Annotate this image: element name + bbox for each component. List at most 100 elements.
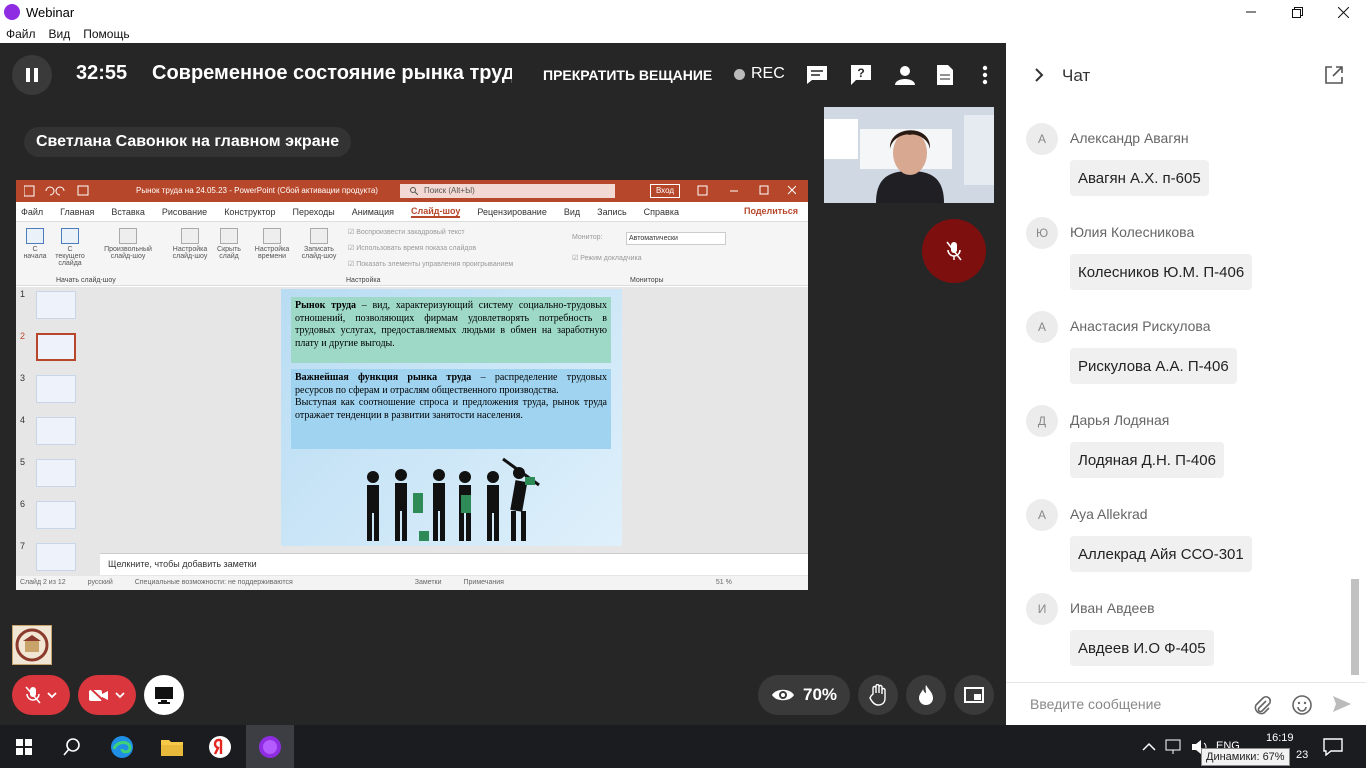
- group-start: Начать слайд-шоу: [56, 277, 116, 284]
- chat-scrollbar[interactable]: [1351, 579, 1359, 675]
- svg-text:?: ?: [857, 66, 864, 80]
- setup-show-button[interactable]: Настройка слайд-шоу: [168, 228, 212, 260]
- camera-toggle-button[interactable]: [78, 675, 136, 715]
- emoji-icon[interactable]: [1291, 694, 1313, 716]
- status-accessibility[interactable]: Специальные возможности: не поддерживают…: [135, 579, 293, 586]
- screen-share-button[interactable]: [144, 675, 184, 715]
- yandex-app[interactable]: [196, 725, 244, 768]
- viewers-percentage: 70%: [758, 675, 850, 715]
- chevron-right-icon[interactable]: [1034, 68, 1044, 82]
- event-title: Современное состояние рынка труд: [152, 62, 512, 84]
- ppt-tab-animation[interactable]: Анимация: [352, 207, 394, 217]
- edge-app[interactable]: [98, 725, 146, 768]
- slide-thumb[interactable]: 1: [20, 289, 100, 325]
- ppt-tab-home[interactable]: Главная: [60, 207, 94, 217]
- ppt-tab-slideshow[interactable]: Слайд-шоу: [410, 206, 461, 218]
- open-external-icon[interactable]: [1324, 65, 1344, 85]
- more-options-button[interactable]: [973, 63, 997, 87]
- mic-toggle-button[interactable]: [12, 675, 70, 715]
- record-button[interactable]: REC: [734, 65, 785, 83]
- search-button[interactable]: [48, 725, 96, 768]
- ppt-status-bar: Слайд 2 из 12 русский Специальные возмож…: [16, 576, 808, 590]
- check-media-controls[interactable]: ☑ Показать элементы управления проигрыва…: [348, 260, 513, 268]
- ppt-window-controls[interactable]: [696, 185, 796, 197]
- person-icon: [895, 66, 915, 85]
- ppt-tab-file[interactable]: Файл: [21, 207, 43, 217]
- slide-thumb[interactable]: 7: [20, 541, 100, 577]
- tray-time[interactable]: 16:19: [1266, 732, 1294, 744]
- slide-definition-block: Рынок труда – вид, характеризующий систе…: [291, 297, 611, 363]
- ppt-tab-transitions[interactable]: Переходы: [293, 207, 335, 217]
- tray-chevron-up-icon[interactable]: [1141, 742, 1157, 752]
- custom-show-button[interactable]: Произвольный слайд-шоу: [98, 228, 158, 260]
- webinar-app[interactable]: [246, 725, 294, 768]
- message-author: Анастасия Рискулова: [1070, 318, 1211, 334]
- status-zoom[interactable]: 51 %: [716, 579, 732, 586]
- taskbar: ENG 16:19 23: [0, 725, 1366, 768]
- chat-toggle-button[interactable]: [805, 63, 829, 87]
- speaker-muted-indicator[interactable]: [922, 219, 986, 283]
- stop-broadcast-button[interactable]: ПРЕКРАТИТЬ ВЕЩАНИЕ: [543, 67, 712, 83]
- status-notes[interactable]: Заметки: [415, 579, 442, 586]
- ppt-search-input[interactable]: Поиск (Alt+Ы): [400, 184, 615, 198]
- rehearse-button[interactable]: Настройка времени: [252, 228, 292, 260]
- network-icon[interactable]: [1165, 738, 1185, 756]
- raise-hand-button[interactable]: [858, 675, 898, 715]
- speaker-avatar-icon: [824, 107, 994, 203]
- hide-slide-icon: [220, 228, 238, 244]
- message-text: Авдеев И.О Ф-405: [1070, 630, 1214, 666]
- ppt-tab-help[interactable]: Справка: [644, 207, 679, 217]
- ppt-login-button[interactable]: Вход: [650, 184, 680, 198]
- search-icon: [63, 737, 80, 756]
- ppt-tab-draw[interactable]: Рисование: [162, 207, 207, 217]
- check-timings[interactable]: ☑ Использовать время показа слайдов: [348, 244, 476, 252]
- broadcast-timer: 32:55: [76, 62, 128, 84]
- paperclip-icon[interactable]: [1252, 695, 1272, 715]
- slide-thumb-active[interactable]: 2: [20, 331, 100, 367]
- from-current-button[interactable]: С текущего слайда: [54, 228, 86, 267]
- pause-button[interactable]: [12, 55, 52, 95]
- ppt-tab-design[interactable]: Конструктор: [224, 207, 275, 217]
- chat-message-input[interactable]: Введите сообщение: [1030, 696, 1161, 712]
- quick-access-icons: [24, 185, 89, 197]
- chat-icon: [807, 66, 827, 84]
- explorer-app[interactable]: [148, 725, 196, 768]
- notifications-icon[interactable]: [1323, 738, 1343, 756]
- slide-thumb[interactable]: 6: [20, 499, 100, 535]
- maximize-button[interactable]: [1274, 0, 1320, 24]
- participants-button[interactable]: [893, 63, 917, 87]
- questions-button[interactable]: ?: [849, 63, 873, 87]
- menu-view[interactable]: Вид: [49, 27, 71, 41]
- check-presenter-view[interactable]: ☑ Режим докладчика: [572, 254, 642, 262]
- slide-thumb[interactable]: 3: [20, 373, 100, 409]
- close-button[interactable]: [1320, 0, 1366, 24]
- tray-date[interactable]: 23: [1296, 749, 1308, 761]
- group-setup: Настройка: [346, 277, 381, 284]
- avatar: А: [1026, 123, 1058, 155]
- speaker-video[interactable]: [824, 107, 994, 203]
- ppt-tab-insert[interactable]: Вставка: [111, 207, 144, 217]
- folder-icon: [161, 739, 183, 756]
- send-icon[interactable]: [1332, 695, 1352, 713]
- slide-function-block: Важнейшая функция рынка труда – распреде…: [291, 369, 611, 449]
- ppt-tab-review[interactable]: Рецензирование: [477, 207, 547, 217]
- materials-button[interactable]: [933, 63, 957, 87]
- ppt-tab-record[interactable]: Запись: [597, 207, 627, 217]
- slide-thumb[interactable]: 4: [20, 415, 100, 451]
- monitor-select[interactable]: Автоматически: [626, 232, 726, 245]
- hide-slide-button[interactable]: Скрыть слайд: [214, 228, 244, 260]
- check-narration[interactable]: ☑ Воспроизвести закадровый текст: [348, 228, 465, 236]
- menu-file[interactable]: Файл: [6, 27, 36, 41]
- reactions-button[interactable]: [906, 675, 946, 715]
- slide-thumb[interactable]: 5: [20, 457, 100, 493]
- status-comments[interactable]: Примечания: [463, 579, 503, 586]
- minimize-button[interactable]: [1228, 0, 1274, 24]
- ppt-tab-view[interactable]: Вид: [564, 207, 580, 217]
- record-show-button[interactable]: Записать слайд-шоу: [296, 228, 342, 260]
- notes-field[interactable]: Щелкните, чтобы добавить заметки: [100, 553, 808, 575]
- layout-button[interactable]: [954, 675, 994, 715]
- start-button[interactable]: [0, 725, 48, 768]
- menu-help[interactable]: Помощь: [83, 27, 129, 41]
- from-start-button[interactable]: С начала: [20, 228, 50, 260]
- ppt-share-button[interactable]: Поделиться: [744, 206, 798, 216]
